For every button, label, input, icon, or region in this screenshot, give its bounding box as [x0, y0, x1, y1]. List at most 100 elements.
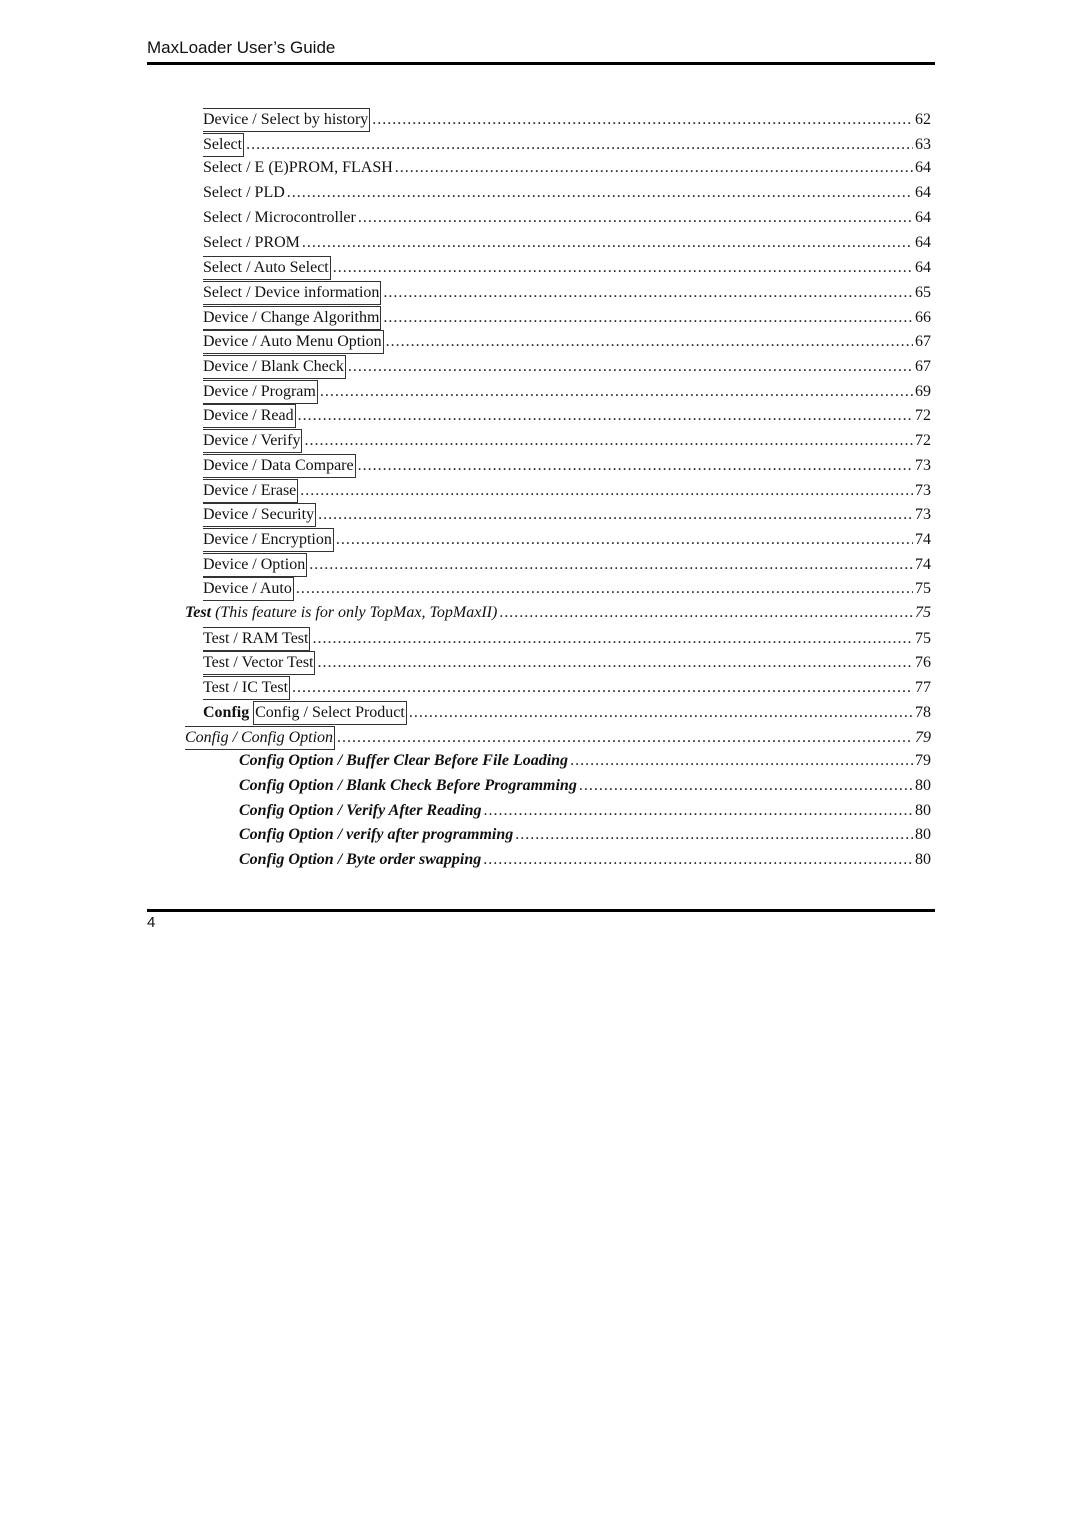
- dot-leader: [483, 849, 913, 871]
- toc-entry[interactable]: Config Option / Byte order swapping 80: [239, 849, 931, 873]
- toc-page-number: 75: [915, 580, 931, 598]
- toc-page-number: 73: [915, 456, 931, 474]
- toc-entry-link[interactable]: Device / Auto: [203, 577, 294, 602]
- toc-entry-link[interactable]: Test / IC Test: [203, 676, 291, 701]
- dot-leader: [409, 702, 913, 724]
- toc-page-number: 77: [915, 679, 931, 697]
- toc-page-number: 75: [915, 604, 931, 621]
- toc-entry[interactable]: Device / Erase 73: [203, 478, 931, 503]
- dot-leader: [570, 750, 913, 772]
- toc-entry[interactable]: Device / Select by history 62: [203, 108, 931, 132]
- toc-entry-link[interactable]: Device / Auto Menu Option: [203, 330, 384, 355]
- toc-entry-link[interactable]: Device / Option: [203, 552, 308, 577]
- toc-page-number: 63: [915, 135, 931, 153]
- toc-entry[interactable]: Test / RAM Test 75: [203, 626, 931, 651]
- toc-page-number: 80: [915, 801, 931, 819]
- toc-page-number: 64: [915, 159, 931, 177]
- toc-page-number: 62: [915, 111, 931, 128]
- toc-entry-link[interactable]: Device / Verify: [203, 429, 303, 454]
- dot-leader: [300, 480, 913, 502]
- toc-page-number: 74: [915, 555, 931, 573]
- toc-entry-link[interactable]: Select: [203, 132, 245, 157]
- toc-entry[interactable]: Config Option / verify after programming…: [239, 824, 931, 848]
- toc-page-number: 80: [915, 826, 931, 844]
- toc-entry[interactable]: Select / E (E)PROM, FLASH 64: [203, 157, 931, 181]
- toc-entry-link[interactable]: Device / Program: [203, 379, 318, 404]
- toc-entry[interactable]: ConfigConfig / Select Product 78: [203, 700, 931, 725]
- toc-entry-link[interactable]: Config / Config Option: [185, 725, 336, 750]
- toc-page-number: 72: [915, 407, 931, 425]
- toc-entry[interactable]: Test (This feature is for only TopMax, T…: [185, 602, 931, 626]
- toc-page-number: 64: [915, 208, 931, 226]
- dot-leader: [484, 800, 913, 822]
- dot-leader: [296, 578, 913, 600]
- toc-entry-link[interactable]: Device / Select by history: [203, 108, 371, 132]
- dot-leader: [336, 529, 913, 551]
- toc-entry[interactable]: Select / PROM 64: [203, 232, 931, 256]
- toc-entry-link[interactable]: Device / Erase: [203, 478, 299, 503]
- toc-entry-link[interactable]: Device / Read: [203, 404, 296, 429]
- toc-entry[interactable]: Select / Microcontroller 64: [203, 207, 931, 231]
- toc-entry-label: Select / Microcontroller: [203, 208, 356, 226]
- toc-entry-label: Config Option / verify after programming: [239, 826, 514, 844]
- toc-page-number: 74: [915, 530, 931, 548]
- toc-entry[interactable]: Device / Security 73: [203, 503, 931, 528]
- toc-entry-label: Select / PROM: [203, 233, 300, 251]
- toc-page-number: 67: [915, 358, 931, 375]
- page-number: 4: [147, 914, 156, 931]
- toc-entry[interactable]: Device / Auto 75: [203, 577, 931, 602]
- toc-entry-link[interactable]: Device / Data Compare: [203, 453, 356, 478]
- toc-entry[interactable]: Device / Verify 72: [203, 429, 931, 454]
- dot-leader: [304, 430, 913, 452]
- dot-leader: [298, 405, 913, 427]
- toc-entry[interactable]: Config / Config Option 79: [185, 725, 931, 750]
- footer-rule: [147, 909, 935, 912]
- toc-entry[interactable]: Test / Vector Test 76: [203, 651, 931, 676]
- toc-entry[interactable]: Select / Auto Select 64: [203, 256, 931, 281]
- toc-page-number: 64: [915, 184, 931, 202]
- toc-page-number: 80: [915, 776, 931, 794]
- toc-section-prefix: Config: [203, 703, 250, 721]
- toc-entry-label: Config Option / Verify After Reading: [239, 801, 482, 819]
- toc-page-number: 80: [915, 851, 931, 868]
- toc-entry[interactable]: Device / Encryption 74: [203, 527, 931, 552]
- running-header-title: MaxLoader User’s Guide: [147, 38, 336, 57]
- toc-entry-link[interactable]: Device / Encryption: [203, 527, 334, 552]
- toc-page-number: 66: [915, 308, 931, 326]
- toc-entry[interactable]: Device / Blank Check 67: [203, 355, 931, 379]
- dot-leader: [383, 307, 913, 329]
- toc-entry-link[interactable]: Select / Auto Select: [203, 256, 331, 281]
- dot-leader: [312, 628, 913, 650]
- toc-entry-link[interactable]: Test / Vector Test: [203, 651, 316, 676]
- toc-entry-link[interactable]: Test / RAM Test: [203, 626, 311, 651]
- toc-entry-link[interactable]: Select / Device information: [203, 280, 382, 305]
- toc-entry-link[interactable]: Device / Blank Check: [203, 355, 346, 379]
- toc-entry-link[interactable]: Config / Select Product: [253, 700, 407, 725]
- toc-page-number: 64: [915, 259, 931, 277]
- dot-leader: [348, 356, 913, 378]
- toc-entry[interactable]: Config Option / Buffer Clear Before File…: [239, 750, 931, 774]
- toc-entry[interactable]: Select / PLD 64: [203, 182, 931, 206]
- dot-leader: [287, 182, 913, 204]
- toc-entry[interactable]: Device / Change Algorithm 66: [203, 305, 931, 330]
- toc-entry[interactable]: Select 63: [203, 132, 931, 157]
- toc-entry[interactable]: Device / Auto Menu Option 67: [203, 330, 931, 355]
- toc-page-number: 75: [915, 629, 931, 647]
- toc-entry[interactable]: Device / Data Compare 73: [203, 453, 931, 478]
- dot-leader: [320, 381, 913, 403]
- toc-entry-label: Config Option / Buffer Clear Before File…: [239, 752, 569, 770]
- toc-entry[interactable]: Select / Device information 65: [203, 280, 931, 305]
- toc-entry-link[interactable]: Device / Security: [203, 503, 317, 528]
- toc-entry[interactable]: Config Option / Verify After Reading 80: [239, 800, 931, 824]
- toc-entry[interactable]: Test / IC Test 77: [203, 676, 931, 701]
- toc-entry[interactable]: Device / Program 69: [203, 379, 931, 404]
- toc-entry[interactable]: Device / Read 72: [203, 404, 931, 429]
- toc-page-number: 79: [915, 752, 931, 770]
- toc-entry-link[interactable]: Device / Change Algorithm: [203, 305, 382, 330]
- toc-page-number: 65: [915, 283, 931, 301]
- dot-leader: [386, 331, 913, 353]
- toc-page-number: 67: [915, 333, 931, 351]
- toc-entry[interactable]: Config Option / Blank Check Before Progr…: [239, 775, 931, 799]
- toc-entry[interactable]: Device / Option 74: [203, 552, 931, 577]
- dot-leader: [309, 554, 913, 576]
